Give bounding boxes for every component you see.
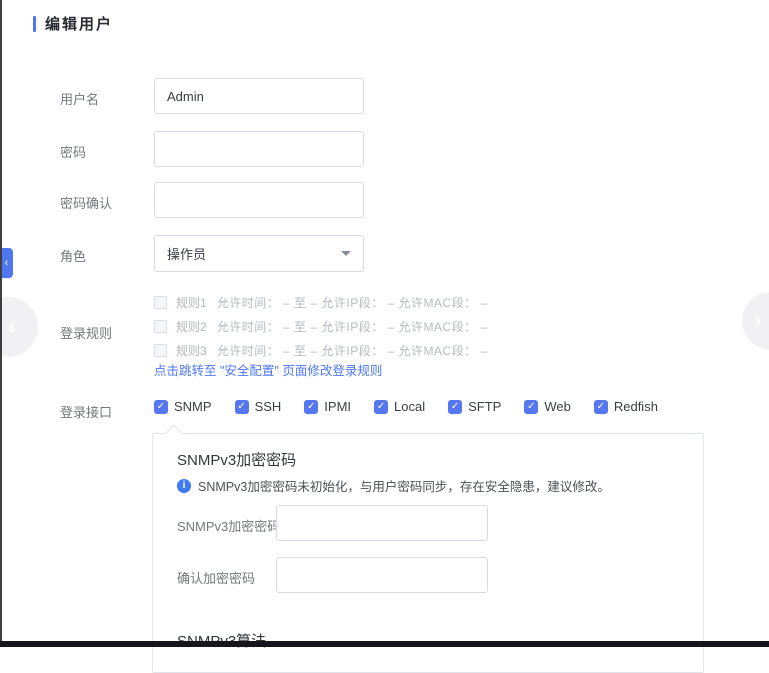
role-select-value: 操作员 — [167, 244, 341, 263]
rule2-name: 规则2 — [176, 318, 207, 335]
rule1-name: 规则1 — [176, 294, 207, 311]
carousel-next-button[interactable]: › — [742, 292, 769, 350]
ipmi-checkbox-checked-icon[interactable] — [304, 400, 318, 414]
interface-item-local[interactable]: Local — [374, 399, 425, 414]
panel-notch — [166, 425, 183, 442]
page-title: 编辑用户 — [45, 13, 113, 34]
rule3-name: 规则3 — [176, 342, 207, 359]
snmpv3-password-label: SNMPv3加密密码 — [177, 516, 280, 535]
interface-item-sftp[interactable]: SFTP — [448, 399, 501, 414]
web-checkbox-checked-icon[interactable] — [524, 400, 538, 414]
window-left-border — [0, 0, 2, 647]
ssh-checkbox-checked-icon[interactable] — [235, 400, 249, 414]
snmpv3-password-confirm-label: 确认加密密码 — [177, 568, 255, 587]
local-checkbox-checked-icon[interactable] — [374, 400, 388, 414]
role-label: 角色 — [60, 246, 86, 265]
chevron-down-icon — [341, 251, 351, 256]
snmpv3-password-confirm-input[interactable] — [276, 557, 488, 593]
interface-item-web[interactable]: Web — [524, 399, 571, 414]
chevron-left-icon: ‹ — [5, 258, 9, 269]
chevron-left-icon: ‹ — [8, 316, 15, 338]
password-confirm-input[interactable] — [154, 182, 364, 218]
window-bottom-border — [0, 641, 769, 647]
interface-item-ssh[interactable]: SSH — [235, 399, 282, 414]
redfish-checkbox-checked-icon[interactable] — [594, 400, 608, 414]
login-rule-row-1: 规则1 允许时间： – 至 – 允许IP段： – 允许MAC段： – — [154, 290, 488, 314]
info-icon: i — [177, 479, 191, 493]
security-config-link[interactable]: 点击跳转至 "安全配置" 页面修改登录规则 — [154, 360, 382, 379]
title-accent-bar — [33, 16, 36, 32]
snmpv3-panel: SNMPv3加密密码 i SNMPv3加密密码未初始化，与用户密码同步，存在安全… — [152, 433, 704, 673]
role-select[interactable]: 操作员 — [154, 235, 364, 272]
carousel-prev-button[interactable]: ‹ — [0, 297, 38, 357]
sftp-checkbox-checked-icon[interactable] — [448, 400, 462, 414]
rule2-checkbox[interactable] — [154, 320, 167, 333]
rule2-detail: 允许时间： – 至 – 允许IP段： – 允许MAC段： – — [217, 318, 488, 335]
rule1-detail: 允许时间： – 至 – 允许IP段： – 允许MAC段： – — [217, 294, 488, 311]
ipmi-label: IPMI — [324, 399, 351, 414]
login-rules-label: 登录规则 — [60, 323, 112, 342]
snmpv3-info-text: SNMPv3加密密码未初始化，与用户密码同步，存在安全隐患，建议修改。 — [198, 476, 610, 495]
login-rules-block: 规则1 允许时间： – 至 – 允许IP段： – 允许MAC段： – 规则2 允… — [154, 290, 488, 362]
interfaces-row: SNMP SSH IPMI Local SFTP Web Redfish — [154, 399, 658, 414]
snmpv3-password-input[interactable] — [276, 505, 488, 541]
interface-item-ipmi[interactable]: IPMI — [304, 399, 351, 414]
chevron-right-icon: › — [754, 310, 761, 332]
password-input[interactable] — [154, 131, 364, 167]
login-rule-row-3: 规则3 允许时间： – 至 – 允许IP段： – 允许MAC段： – — [154, 338, 488, 362]
snmpv3-info-row: i SNMPv3加密密码未初始化，与用户密码同步，存在安全隐患，建议修改。 — [177, 476, 610, 495]
password-confirm-label: 密码确认 — [60, 193, 112, 212]
ssh-label: SSH — [255, 399, 282, 414]
rule1-checkbox[interactable] — [154, 296, 167, 309]
snmp-checkbox-checked-icon[interactable] — [154, 400, 168, 414]
rule3-checkbox[interactable] — [154, 344, 167, 357]
local-label: Local — [394, 399, 425, 414]
rule3-detail: 允许时间： – 至 – 允许IP段： – 允许MAC段： – — [217, 342, 488, 359]
sftp-label: SFTP — [468, 399, 501, 414]
snmpv3-panel-title: SNMPv3加密密码 — [177, 449, 296, 470]
login-rule-row-2: 规则2 允许时间： – 至 – 允许IP段： – 允许MAC段： – — [154, 314, 488, 338]
web-label: Web — [544, 399, 571, 414]
interfaces-label: 登录接口 — [60, 402, 112, 421]
snmp-label: SNMP — [174, 399, 212, 414]
password-label: 密码 — [60, 142, 86, 161]
username-label: 用户名 — [60, 89, 99, 108]
interface-item-redfish[interactable]: Redfish — [594, 399, 658, 414]
page-title-row: 编辑用户 — [33, 13, 113, 34]
username-input[interactable] — [154, 78, 364, 114]
redfish-label: Redfish — [614, 399, 658, 414]
interface-item-snmp[interactable]: SNMP — [154, 399, 212, 414]
